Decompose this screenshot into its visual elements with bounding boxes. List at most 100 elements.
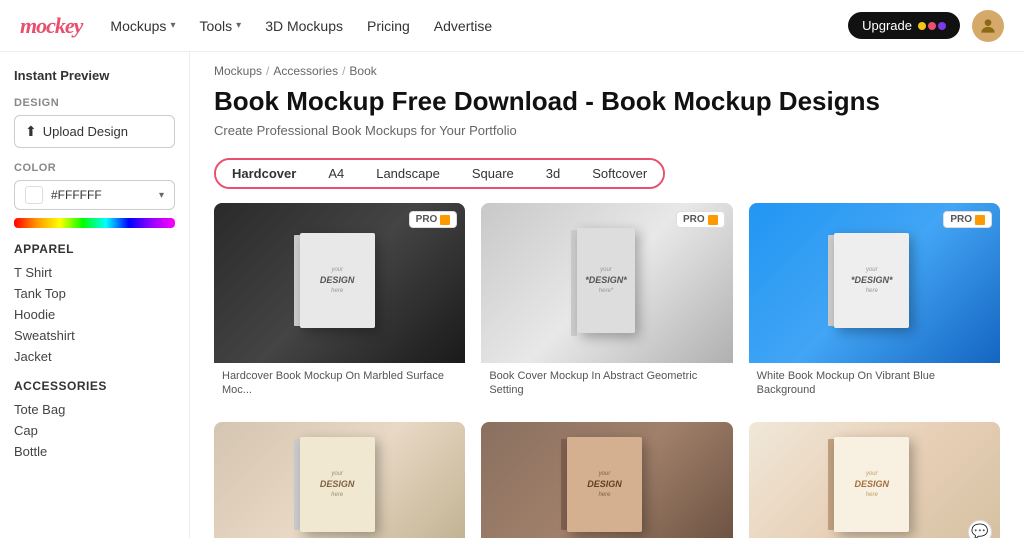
nav-advertise[interactable]: Advertise [434, 18, 492, 34]
avatar[interactable] [972, 10, 1004, 42]
page-header: Book Mockup Free Download - Book Mockup … [190, 86, 1024, 148]
sidebar-item-bottle[interactable]: Bottle [14, 441, 175, 462]
dot-pink [928, 22, 936, 30]
nav-tools-chevron: ▾ [236, 20, 241, 31]
sidebar-item-tanktop[interactable]: Tank Top [14, 283, 175, 304]
tab-hardcover[interactable]: Hardcover [216, 160, 312, 187]
mockup-image-1: PRO your DESIGN here [214, 203, 465, 363]
mockup-image-3: PRO your *DESIGN* here [749, 203, 1000, 363]
mockup-label-1: Hardcover Book Mockup On Marbled Surface… [214, 363, 465, 406]
instant-preview-label: Instant Preview [14, 68, 175, 83]
mockup-card-6[interactable]: 💬 your DESIGN here [749, 422, 1000, 538]
pro-badge-1: PRO [409, 211, 458, 228]
upgrade-dots [918, 22, 946, 30]
upgrade-button[interactable]: Upgrade [848, 12, 960, 39]
breadcrumb-sep-2: / [342, 64, 345, 78]
book-cover-6: your DESIGN here [834, 437, 909, 532]
color-chevron-icon: ▾ [159, 190, 164, 201]
book-cover-3: your *DESIGN* here [834, 233, 909, 328]
book-cover-1: your DESIGN here [300, 233, 375, 328]
book-visual-5: your DESIGN here [481, 422, 732, 538]
book-3d-5: your DESIGN here [567, 437, 647, 537]
pro-icon-2 [708, 215, 718, 225]
chat-icon: 💬 [968, 520, 992, 538]
upload-icon: ⬆ [25, 123, 37, 140]
breadcrumb-sep-1: / [266, 64, 269, 78]
book-cover-4: your DESIGN here [300, 437, 375, 532]
mockup-card-2[interactable]: PRO your *DESIGN* here* [481, 203, 732, 406]
mockup-label-3: White Book Mockup On Vibrant Blue Backgr… [749, 363, 1000, 406]
pro-badge-2: PRO [676, 211, 725, 228]
breadcrumb-current: Book [349, 64, 376, 78]
nav-pricing[interactable]: Pricing [367, 18, 410, 34]
book-text-5: your DESIGN here [587, 470, 622, 499]
mockup-card-1[interactable]: PRO your DESIGN here [214, 203, 465, 406]
accessories-title: ACCESSORIES [14, 379, 175, 393]
tab-square[interactable]: Square [456, 160, 530, 187]
filter-tabs-inner: Hardcover A4 Landscape Square 3d Softcov… [214, 158, 665, 189]
breadcrumb-mockups[interactable]: Mockups [214, 64, 262, 78]
color-picker[interactable]: #FFFFFF ▾ [14, 180, 175, 210]
book-cover-2: your *DESIGN* here* [577, 228, 635, 333]
mockup-image-2: PRO your *DESIGN* here* [481, 203, 732, 363]
pro-badge-3: PRO [943, 211, 992, 228]
sidebar-item-cap[interactable]: Cap [14, 420, 175, 441]
breadcrumb-accessories[interactable]: Accessories [273, 64, 338, 78]
book-text-4: your DESIGN here [320, 470, 355, 499]
book-3d-6: your DESIGN here [834, 437, 914, 537]
dot-yellow [918, 22, 926, 30]
design-label: DESIGN [14, 97, 175, 109]
mockup-grid: PRO your DESIGN here [190, 203, 1024, 538]
mockup-card-5[interactable]: your DESIGN here [481, 422, 732, 538]
nav-3d-mockups[interactable]: 3D Mockups [265, 18, 343, 34]
breadcrumb: Mockups / Accessories / Book [190, 52, 1024, 86]
mockup-image-6: 💬 your DESIGN here [749, 422, 1000, 538]
main-nav: Mockups ▾ Tools ▾ 3D Mockups Pricing Adv… [110, 18, 848, 34]
book-spine-1 [294, 235, 300, 326]
tab-3d[interactable]: 3d [530, 160, 576, 187]
book-text-1: your DESIGN here [320, 266, 355, 295]
mockup-card-3[interactable]: PRO your *DESIGN* here [749, 203, 1000, 406]
page-title: Book Mockup Free Download - Book Mockup … [214, 86, 1000, 117]
tab-landscape[interactable]: Landscape [360, 160, 456, 187]
sidebar: Instant Preview DESIGN ⬆ Upload Design C… [0, 52, 190, 538]
nav-tools[interactable]: Tools ▾ [199, 18, 241, 34]
apparel-title: APPAREL [14, 242, 175, 256]
filter-tabs: Hardcover A4 Landscape Square 3d Softcov… [190, 148, 1024, 203]
mockup-card-4[interactable]: your DESIGN here [214, 422, 465, 538]
logo[interactable]: mockey [20, 13, 82, 39]
book-3d-4: your DESIGN here [300, 437, 380, 537]
upload-design-button[interactable]: ⬆ Upload Design [14, 115, 175, 148]
layout: Instant Preview DESIGN ⬆ Upload Design C… [0, 52, 1024, 538]
sidebar-item-hoodie[interactable]: Hoodie [14, 304, 175, 325]
nav-mockups[interactable]: Mockups ▾ [110, 18, 175, 34]
book-3d-3: your *DESIGN* here [834, 233, 914, 333]
tab-softcover[interactable]: Softcover [576, 160, 663, 187]
sidebar-item-totebag[interactable]: Tote Bag [14, 399, 175, 420]
book-visual-6: your DESIGN here [749, 422, 1000, 538]
header-right: Upgrade [848, 10, 1004, 42]
color-spectrum-bar[interactable] [14, 218, 175, 228]
color-hex-value: #FFFFFF [51, 188, 102, 202]
book-3d-2: your *DESIGN* here* [577, 228, 637, 338]
main-content: Mockups / Accessories / Book Book Mockup… [190, 52, 1024, 538]
mockup-image-5: your DESIGN here [481, 422, 732, 538]
tab-a4[interactable]: A4 [312, 160, 360, 187]
mockup-label-2: Book Cover Mockup In Abstract Geometric … [481, 363, 732, 406]
color-swatch [25, 186, 43, 204]
pro-icon-1 [440, 215, 450, 225]
color-label: COLOR [14, 162, 175, 174]
book-text-2: your *DESIGN* here* [585, 266, 627, 295]
nav-mockups-chevron: ▾ [170, 20, 175, 31]
book-text-3: your *DESIGN* here [851, 266, 893, 295]
book-visual-4: your DESIGN here [214, 422, 465, 538]
book-text-6: your DESIGN here [855, 470, 890, 499]
sidebar-item-tshirt[interactable]: T Shirt [14, 262, 175, 283]
sidebar-item-sweatshirt[interactable]: Sweatshirt [14, 325, 175, 346]
book-cover-5: your DESIGN here [567, 437, 642, 532]
header: mockey Mockups ▾ Tools ▾ 3D Mockups Pric… [0, 0, 1024, 52]
book-spine-4 [294, 439, 300, 530]
pro-icon-3 [975, 215, 985, 225]
dot-purple [938, 22, 946, 30]
sidebar-item-jacket[interactable]: Jacket [14, 346, 175, 367]
